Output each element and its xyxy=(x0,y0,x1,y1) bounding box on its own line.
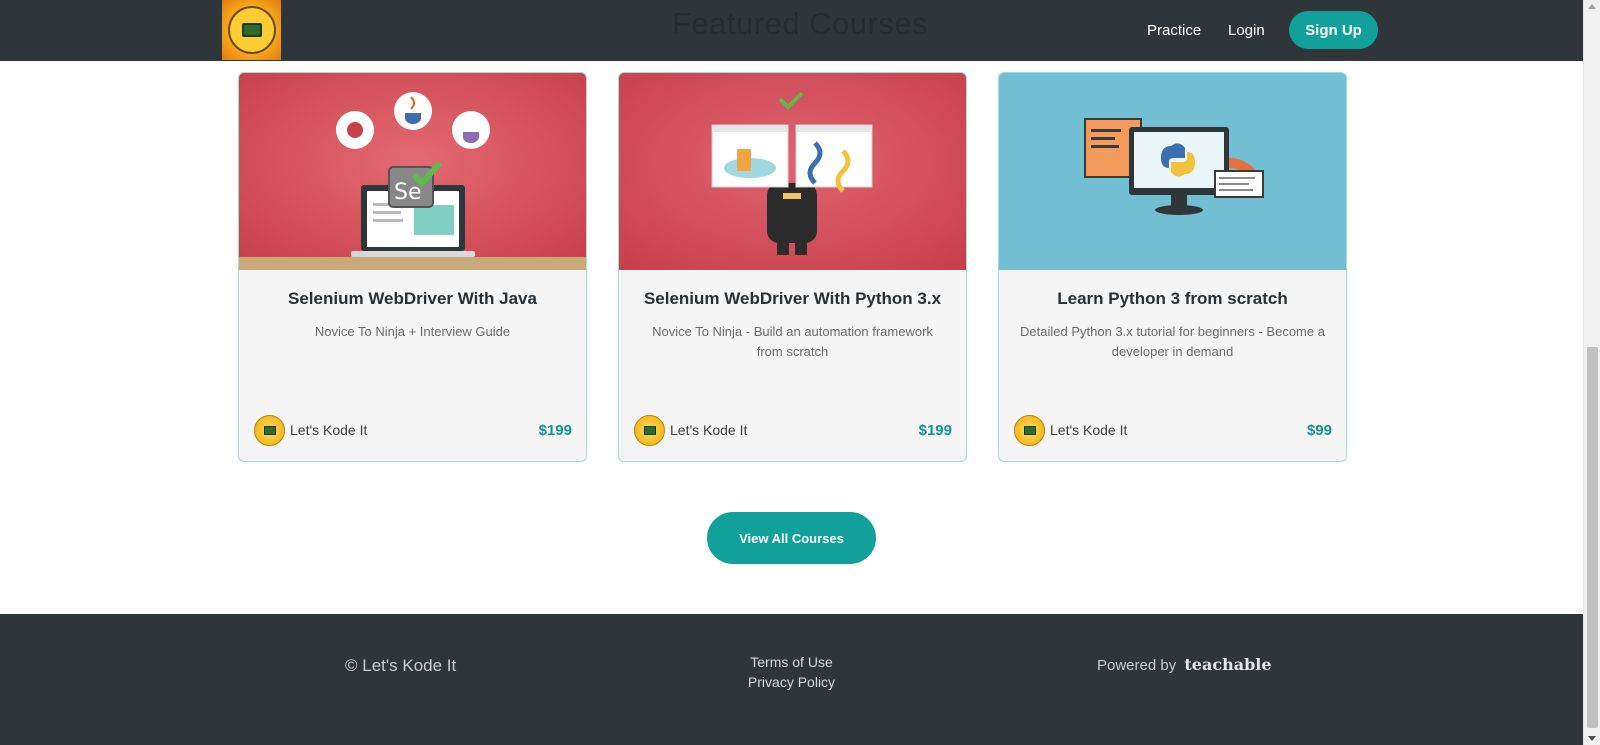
course-subtitle: Novice To Ninja - Build an automation fr… xyxy=(652,324,933,359)
selenium-java-laptop-icon: Se xyxy=(239,73,586,270)
vertical-scrollbar[interactable] xyxy=(1583,0,1600,745)
svg-text:Se: Se xyxy=(394,180,422,205)
course-image-python-scratch[interactable] xyxy=(999,73,1346,270)
course-card[interactable]: Selenium WebDriver With Python 3.x Novic… xyxy=(618,72,967,462)
powered-by-teachable[interactable]: Powered by teachable xyxy=(1097,655,1272,674)
author-name: Let's Kode It xyxy=(1050,422,1128,438)
course-price: $99 xyxy=(1306,422,1332,439)
course-title[interactable]: Learn Python 3 from scratch xyxy=(999,289,1346,309)
view-all-courses-button[interactable]: View All Courses xyxy=(707,512,876,564)
powered-by-label: Powered by xyxy=(1097,657,1177,674)
course-title[interactable]: Selenium WebDriver With Python 3.x xyxy=(619,289,966,309)
teachable-logo[interactable]: teachable xyxy=(1184,655,1271,674)
author-name: Let's Kode It xyxy=(670,422,748,438)
author-avatar xyxy=(634,415,665,446)
privacy-policy-link[interactable]: Privacy Policy xyxy=(0,674,1583,690)
scroll-up-arrow-icon[interactable] xyxy=(1588,4,1596,9)
course-card[interactable]: Learn Python 3 from scratch Detailed Pyt… xyxy=(998,72,1347,462)
python-monitor-icon xyxy=(999,73,1346,270)
course-image-selenium-java[interactable]: Se xyxy=(239,73,586,270)
nav-login-link[interactable]: Login xyxy=(1228,22,1265,39)
python-ninja-icon xyxy=(619,73,966,270)
author-avatar xyxy=(1014,415,1045,446)
course-price: $199 xyxy=(918,422,952,439)
course-card[interactable]: Se Selenium WebDriver With Java Novice T… xyxy=(238,72,587,462)
laptop-icon xyxy=(241,23,262,37)
site-logo[interactable] xyxy=(222,0,281,60)
course-image-selenium-python[interactable] xyxy=(619,73,966,270)
page: Featured Courses Practice Login Sign Up xyxy=(0,0,1600,745)
section-title-behind-header: Featured Courses xyxy=(672,6,929,41)
footer: © Let's Kode It Terms of Use Privacy Pol… xyxy=(0,614,1583,745)
course-title[interactable]: Selenium WebDriver With Java xyxy=(239,289,586,309)
course-subtitle: Novice To Ninja + Interview Guide xyxy=(314,324,511,339)
scrollbar-thumb[interactable] xyxy=(1587,347,1598,728)
top-navbar: Featured Courses Practice Login Sign Up xyxy=(0,0,1583,61)
terms-of-use-link[interactable]: Terms of Use xyxy=(0,654,1583,670)
scroll-down-arrow-icon[interactable] xyxy=(1588,736,1596,741)
main-content: Featured Courses Practice Login Sign Up xyxy=(0,0,1583,745)
sign-up-button[interactable]: Sign Up xyxy=(1289,11,1378,49)
nav-practice-link[interactable]: Practice xyxy=(1147,22,1201,39)
course-price: $199 xyxy=(538,422,572,439)
course-subtitle: Detailed Python 3.x tutorial for beginne… xyxy=(1020,324,1325,359)
author-avatar xyxy=(254,415,285,446)
logo-badge-icon xyxy=(227,6,276,54)
author-name: Let's Kode It xyxy=(290,422,368,438)
